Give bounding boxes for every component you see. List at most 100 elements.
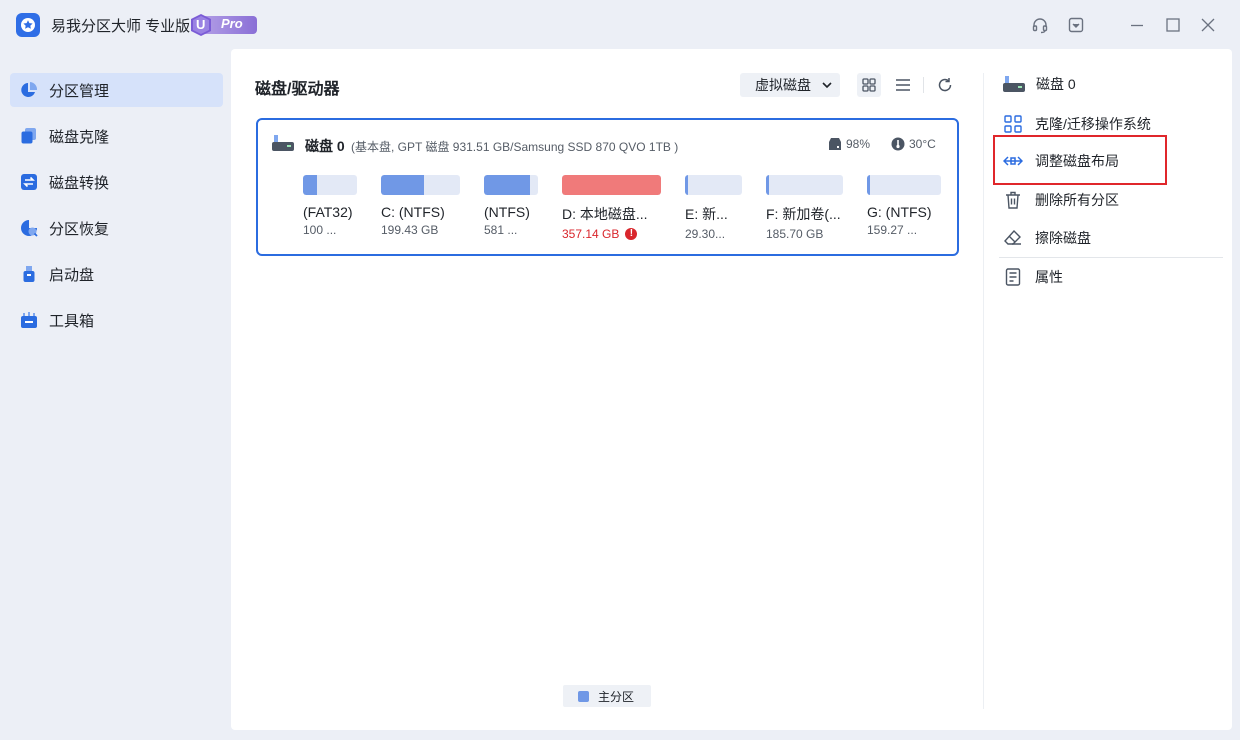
partition-7[interactable]: G: (NTFS) 159.27 ... [867,175,941,237]
partition-5[interactable]: E: 新... 29.30... [685,175,742,241]
partition-usage-bar [867,175,941,195]
disk-icon [272,135,294,151]
partition-size: 199.43 GB [381,223,439,237]
sidebar-item-label: 分区管理 [49,82,110,100]
sidebar-item-boot-disk[interactable]: 启动盘 [10,257,223,291]
pie-chart-icon [20,81,38,99]
convert-icon [20,173,38,191]
sidebar-item-disk-clone[interactable]: 磁盘克隆 [10,119,223,153]
partition-size: 185.70 GB [766,227,824,241]
grid-view-button[interactable] [857,73,881,97]
legend: 主分区 [563,685,651,707]
sidebar-item-label: 启动盘 [49,266,95,284]
clone-os-action[interactable]: 克隆/迁移操作系统 [1003,112,1151,136]
disk-temperature: 30°C [891,137,936,151]
sidebar-item-label: 分区恢复 [49,220,110,238]
partition-usage-fill [562,175,661,195]
toolbar-divider [923,77,924,93]
disk-health: 98% [828,137,870,151]
trash-icon [1003,190,1023,210]
partition-size: 100 ... [303,223,337,237]
action-label: 删除所有分区 [1035,192,1119,208]
legend-label: 主分区 [598,689,635,704]
disk-card[interactable]: 磁盘 0 (基本盘, GPT 磁盘 931.51 GB/Samsung SSD … [256,118,959,256]
health-icon [829,138,841,150]
partition-usage-fill [381,175,425,195]
app-logo-icon [16,13,40,37]
partition-usage-fill [685,175,689,195]
partition-name: F: 新加卷(... [766,206,841,222]
sidebar-item-label: 磁盘转换 [49,174,110,192]
pro-badge: U Pro [189,13,259,37]
partition-usage-bar [562,175,661,195]
headset-icon[interactable] [1029,14,1051,36]
sidebar-item-partition-recovery[interactable]: 分区恢复 [10,211,223,245]
sidebar-item-toolbox[interactable]: 工具箱 [10,303,223,337]
partition-usage-fill [766,175,770,195]
right-panel-header: 磁盘 0 [1003,74,1076,94]
legend-swatch [578,690,589,702]
partition-size: 159.27 ... [867,223,918,237]
partition-usage-fill [867,175,870,195]
partition-6[interactable]: F: 新加卷(... 185.70 GB [766,175,843,241]
partition-usage-bar [303,175,357,195]
partition-usage-bar [685,175,742,195]
clone-icon [20,127,38,145]
chevron-down-icon [822,82,832,89]
eraser-icon [1003,228,1023,248]
action-label: 克隆/迁移操作系统 [1035,116,1151,132]
sidebar-item-disk-convert[interactable]: 磁盘转换 [10,165,223,199]
usb-icon [20,265,38,283]
partition-usage-bar [766,175,843,195]
disk-name: 磁盘 0 [305,138,345,154]
partition-1[interactable]: (FAT32) 100 ... [303,175,357,237]
list-icon [896,79,910,91]
partition-name: E: 新... [685,206,728,222]
health-value: 98% [846,137,871,151]
app-title: 易我分区大师 专业版 [51,18,191,35]
badge-text: Pro [221,16,243,31]
partition-4[interactable]: D: 本地磁盘... 357.14 GB! [562,175,661,241]
partition-3[interactable]: (NTFS) 581 ... [484,175,538,237]
action-label: 属性 [1035,269,1063,285]
sidebar-item-partition-manager[interactable]: 分区管理 [10,73,223,107]
right-panel-separator [999,257,1223,258]
highlight-box [993,135,1167,185]
list-view-button[interactable] [891,73,915,97]
partition-usage-fill [303,175,317,195]
right-panel-title: 磁盘 0 [1036,76,1076,92]
minimize-icon[interactable] [1126,14,1148,36]
disk-info: (基本盘, GPT 磁盘 931.51 GB/Samsung SSD 870 Q… [351,140,679,154]
partition-size: 581 ... [484,223,518,237]
wipe-disk-action[interactable]: 擦除磁盘 [1003,226,1091,250]
partition-size: 357.14 GB! [562,227,661,241]
sidebar: 分区管理 磁盘克隆 磁盘转换 分区恢复 启动盘 工具箱 [0,50,231,740]
properties-action[interactable]: 属性 [1003,265,1063,289]
partition-name: D: 本地磁盘... [562,206,648,222]
virtual-disk-dropdown[interactable]: 虚拟磁盘 [740,73,840,97]
virtual-disk-label: 虚拟磁盘 [755,77,811,93]
partition-name: (NTFS) [484,204,530,220]
action-label: 擦除磁盘 [1035,230,1091,246]
partition-usage-fill [484,175,530,195]
page-title: 磁盘/驱动器 [255,81,340,98]
properties-icon [1003,267,1023,287]
title-bar: 易我分区大师 专业版 U Pro [0,0,1240,50]
close-icon[interactable] [1197,14,1219,36]
dropdown-icon[interactable] [1065,14,1087,36]
partition-usage-bar [484,175,538,195]
disk-icon [1003,76,1025,92]
refresh-icon [938,78,952,92]
panel-divider [983,73,984,709]
maximize-icon[interactable] [1162,14,1184,36]
refresh-button[interactable] [933,73,957,97]
clone-os-icon [1003,114,1023,134]
grid-icon [862,78,876,92]
delete-all-partitions-action[interactable]: 删除所有分区 [1003,188,1119,212]
partition-2[interactable]: C: (NTFS) 199.43 GB [381,175,460,237]
partition-name: C: (NTFS) [381,204,445,220]
main-panel: 磁盘/驱动器 虚拟磁盘 磁盘 0 (基本盘, GPT 磁盘 931.51 GB/… [231,49,1232,730]
temperature-value: 30°C [909,137,936,151]
recovery-icon [20,219,38,237]
sidebar-item-label: 磁盘克隆 [49,128,110,146]
